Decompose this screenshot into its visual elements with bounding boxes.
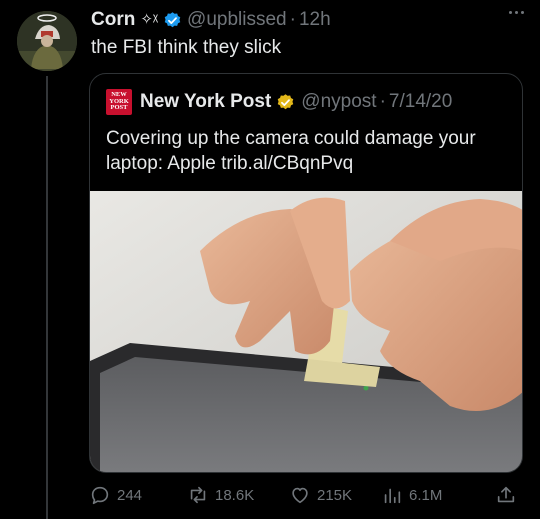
views-count: 6.1M bbox=[409, 486, 443, 504]
author-name[interactable]: Corn bbox=[91, 8, 135, 32]
verified-blue-icon bbox=[163, 11, 182, 30]
author-handle[interactable]: @upblissed bbox=[187, 8, 287, 32]
quoted-tweet-text: Covering up the camera could damage your… bbox=[106, 128, 476, 174]
quoted-separator: · bbox=[379, 91, 386, 112]
like-button[interactable]: 215K bbox=[289, 484, 352, 506]
reply-button[interactable]: 244 bbox=[89, 484, 142, 506]
avatar-image bbox=[17, 11, 77, 71]
tweet-time[interactable]: 12h bbox=[299, 8, 331, 32]
avatar[interactable] bbox=[17, 11, 77, 71]
action-bar: 244 18.6K 215K 6.1M bbox=[89, 484, 523, 508]
views-button[interactable]: 6.1M bbox=[381, 484, 442, 506]
nypost-logo: NEW YORK POST bbox=[106, 89, 132, 115]
quoted-date[interactable]: 7/14/20 bbox=[389, 90, 452, 114]
thread-line bbox=[46, 76, 48, 519]
quoted-author-name[interactable]: New York Post bbox=[140, 90, 271, 114]
author-decoration: ✧ᵡ bbox=[140, 11, 159, 28]
repost-count: 18.6K bbox=[215, 486, 255, 504]
repost-icon bbox=[190, 486, 206, 504]
quoted-tweet-image[interactable] bbox=[90, 191, 523, 473]
like-count: 215K bbox=[317, 486, 353, 504]
repost-button[interactable]: 18.6K bbox=[187, 484, 254, 506]
tweet-text: the FBI think they slick bbox=[91, 37, 282, 58]
share-button[interactable] bbox=[495, 484, 523, 506]
share-icon bbox=[497, 486, 515, 503]
separator: · bbox=[289, 9, 296, 30]
reply-count: 244 bbox=[117, 486, 143, 504]
quoted-author-handle[interactable]: @nypost bbox=[301, 90, 376, 114]
like-icon bbox=[292, 487, 308, 504]
quoted-tweet[interactable]: NEW YORK POST New York Post @nypost · 7/… bbox=[89, 73, 523, 473]
tweet-header: Corn ✧ᵡ @upblissed · 12h bbox=[91, 8, 331, 32]
views-icon bbox=[384, 488, 401, 504]
reply-icon bbox=[91, 486, 109, 505]
verified-gold-icon bbox=[276, 93, 295, 112]
quoted-tweet-header: NEW YORK POST New York Post @nypost · 7/… bbox=[106, 89, 452, 115]
more-icon[interactable] bbox=[509, 11, 524, 14]
